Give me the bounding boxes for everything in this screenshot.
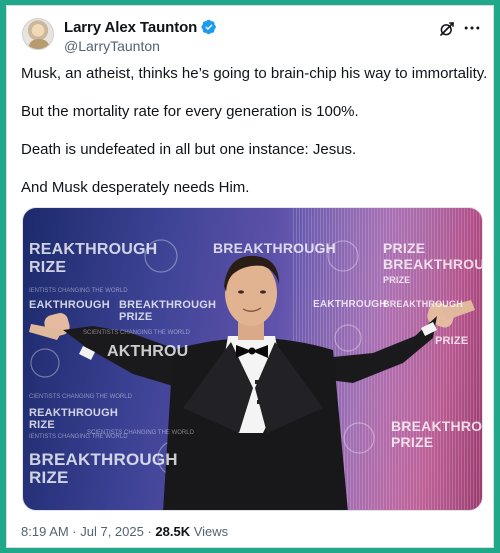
tweet-line: And Musk desperately needs Him. — [21, 179, 250, 196]
tweet-metadata: 8:19 AM · Jul 7, 2025 · 28.5K Views — [21, 524, 228, 539]
backdrop-text: RIZE — [29, 259, 67, 276]
tweet-line: Musk, an atheist, thinks he’s going to b… — [21, 65, 488, 82]
backdrop-text: AKTHROU — [107, 343, 189, 360]
backdrop-text: PRIZE — [119, 311, 153, 323]
backdrop-text: BREAKTHROUGH — [213, 240, 336, 256]
backdrop-text: RIZE — [29, 468, 69, 487]
handle[interactable]: @LarryTaunton — [64, 38, 217, 54]
avatar[interactable] — [22, 18, 54, 50]
views-count[interactable]: 28.5K — [155, 524, 190, 539]
backdrop-text: BREAKTHROUGH — [383, 299, 463, 309]
backdrop-tagline: IENTISTS CHANGING THE WORLD — [29, 288, 128, 294]
tweet-text: Musk, an atheist, thinks he’s going to b… — [21, 64, 488, 216]
tweet-line: But the mortality rate for every generat… — [21, 103, 359, 120]
timestamp-link[interactable]: 8:19 AM · Jul 7, 2025 · — [21, 524, 155, 539]
views-label: Views — [190, 524, 229, 539]
backdrop-text: REAKTHROUGH — [29, 241, 158, 258]
tweet-line: Death is undefeated in all but one insta… — [21, 141, 357, 158]
backdrop-text: PRIZE — [383, 240, 426, 256]
tweet-photo[interactable]: REAKTHROUGH RIZE BREAKTHROUGH PRIZE BREA… — [22, 207, 483, 511]
backdrop-tagline: SCIENTISTS CHANGING THE WORLD — [83, 330, 190, 336]
backdrop-text: BREAKTHROUGH — [119, 299, 217, 311]
backdrop-text: RIZE — [29, 419, 55, 431]
verified-badge-icon — [201, 19, 217, 35]
backdrop-tagline: SCIENTISTS CHANGING THE WORLD — [87, 430, 194, 436]
backdrop-text: PRIZE — [435, 335, 469, 347]
tweet-card: Larry Alex Taunton @LarryTaunton Musk, a… — [6, 5, 494, 548]
backdrop-text: REAKTHROUGH — [29, 407, 118, 419]
more-options-icon[interactable] — [462, 18, 482, 38]
backdrop-text: BREAKTHROUGH — [391, 418, 483, 434]
author-block[interactable]: Larry Alex Taunton @LarryTaunton — [64, 19, 217, 54]
display-name[interactable]: Larry Alex Taunton — [64, 19, 197, 36]
backdrop-text: BREAKTHROUGH — [383, 256, 482, 272]
tweet-header: Larry Alex Taunton @LarryTaunton — [20, 16, 482, 54]
backdrop-text: PRIZE — [383, 275, 411, 285]
display-name-row: Larry Alex Taunton — [64, 19, 217, 36]
backdrop-text: BREAKTHROUGH — [29, 450, 178, 469]
backdrop-tagline: CIENTISTS CHANGING THE WORLD — [29, 394, 132, 400]
backdrop-text: PRIZE — [391, 434, 434, 450]
backdrop-text: EAKTHROUGH — [29, 299, 110, 311]
grok-icon[interactable] — [438, 20, 456, 38]
backdrop-text: EAKTHROUGH — [313, 299, 387, 310]
